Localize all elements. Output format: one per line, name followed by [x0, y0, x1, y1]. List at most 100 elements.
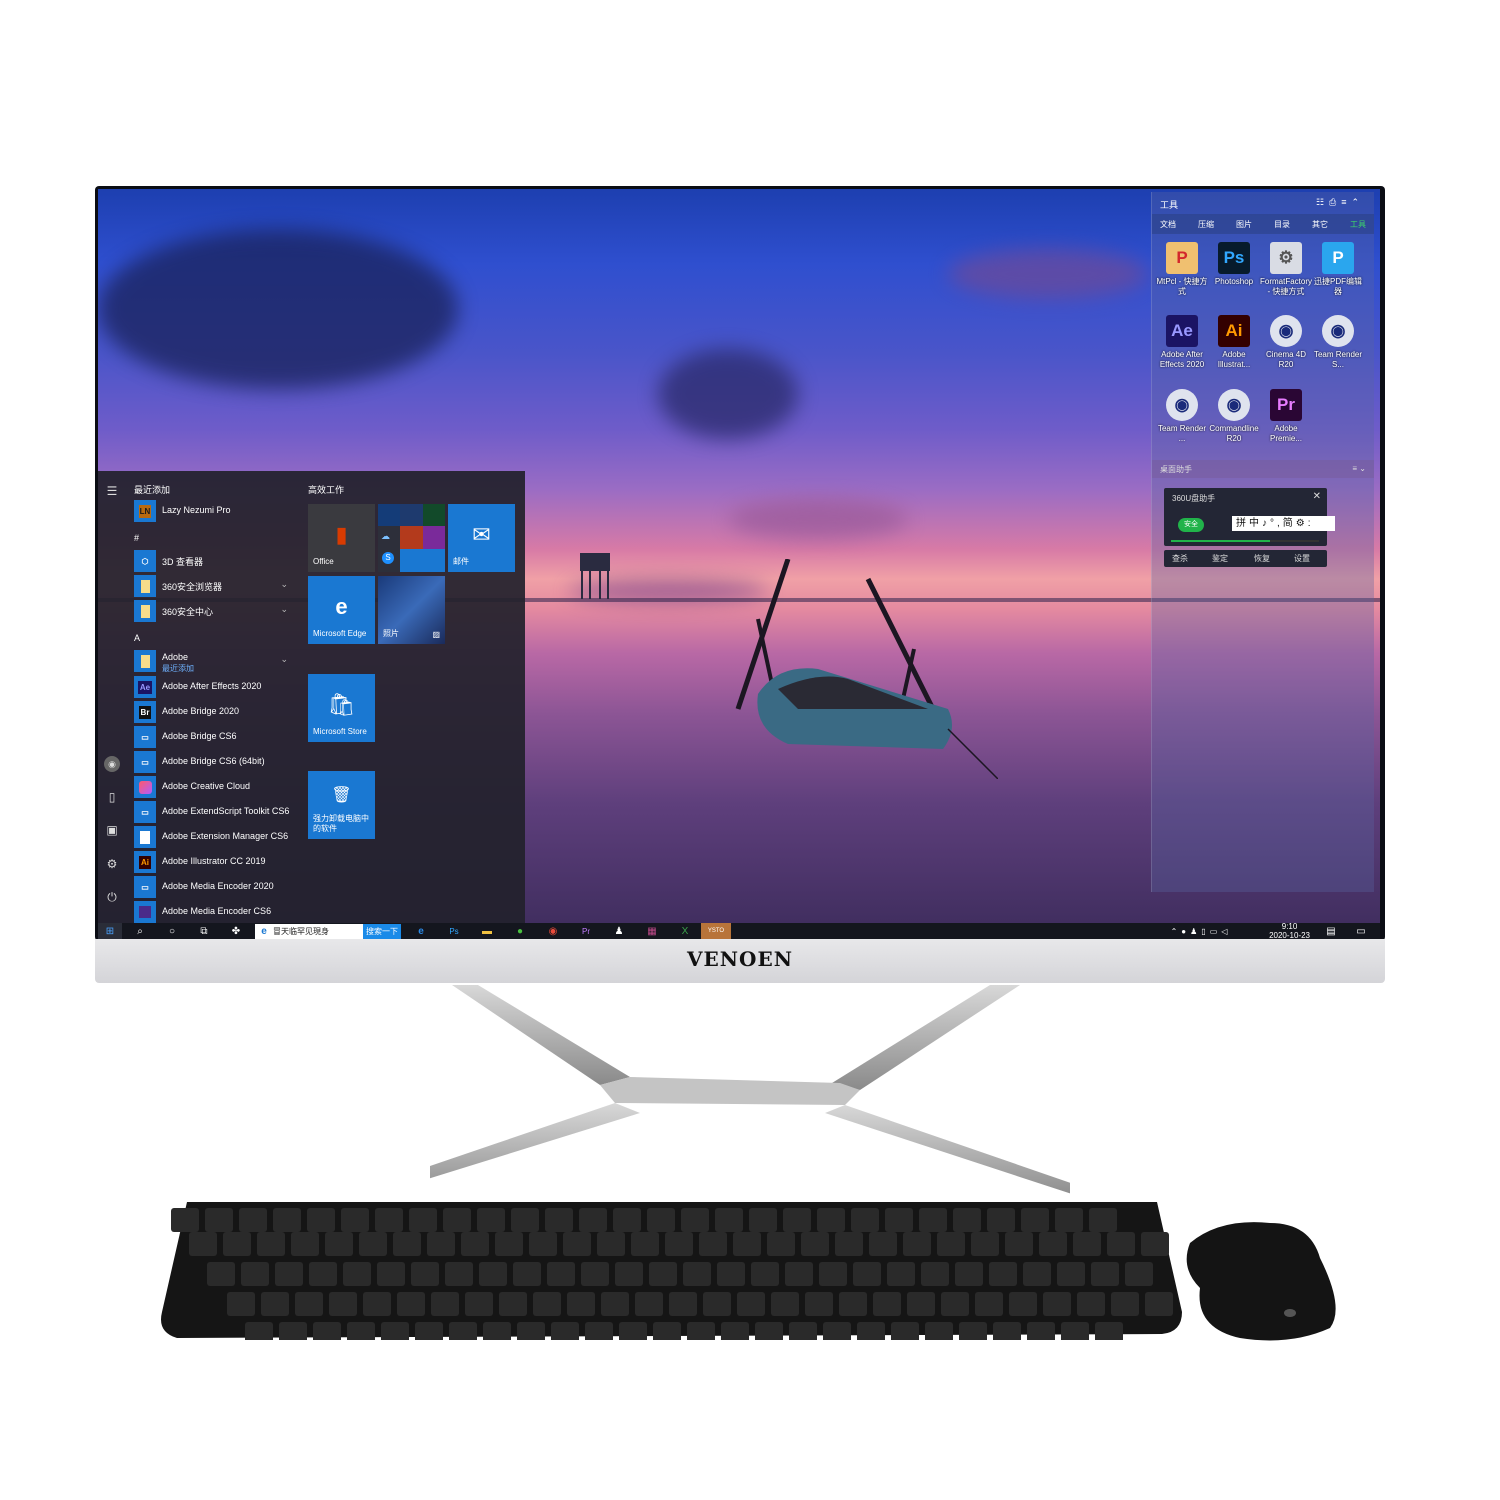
desktop-shortcut[interactable]: ◉ Team Render S...	[1312, 315, 1364, 370]
chevron-down-icon[interactable]: ⌄	[280, 579, 288, 590]
helper-menu-icon[interactable]: ≡ ⌄	[1352, 464, 1366, 473]
tile-microsoft-store[interactable]: 🛍 Microsoft Store	[308, 674, 375, 742]
tab-images[interactable]: 图片	[1236, 219, 1252, 230]
keyboard-key	[363, 1292, 391, 1316]
group-letter[interactable]: A	[134, 633, 140, 643]
notifications-icon[interactable]: ▭	[1353, 923, 1369, 939]
task-manager-icon[interactable]: ▤	[1323, 923, 1339, 939]
app-item-creative-cloud[interactable]: Adobe Creative Cloud	[134, 776, 300, 798]
app-item-lazy-nezumi[interactable]: LN Lazy Nezumi Pro	[134, 500, 300, 522]
system-tray[interactable]: ⌃●♟▯▭◁	[1166, 923, 1236, 939]
desktop-shortcut[interactable]: P 迅捷PDF编辑器	[1312, 242, 1364, 297]
app-item-media-encoder-cs6[interactable]: Adobe Media Encoder CS6	[134, 901, 300, 923]
keyboard-key	[975, 1292, 1003, 1316]
tile-microsoft-edge[interactable]: e Microsoft Edge	[308, 576, 375, 644]
clock[interactable]: 9:10 2020-10-23	[1269, 922, 1310, 939]
keyboard-key	[715, 1208, 743, 1232]
app-item-extension-manager[interactable]: Adobe Extension Manager CS6	[134, 826, 300, 848]
power-icon[interactable]: ⏻	[104, 889, 120, 905]
desktop-shortcut[interactable]: Ps Photoshop	[1208, 242, 1260, 287]
panel-controls[interactable]: ☷⎙≡⌃	[1316, 197, 1364, 208]
app-item-bridge-cs6-64[interactable]: ▭ Adobe Bridge CS6 (64bit)	[134, 751, 300, 773]
tile-folder-group[interactable]: ☁ S	[378, 504, 445, 572]
winrar-icon[interactable]: ▦	[642, 923, 662, 939]
file-explorer-icon[interactable]: ▬	[477, 923, 497, 939]
desktop-shortcut[interactable]: ◉ Cinema 4D R20	[1260, 315, 1312, 370]
ime-toolbar[interactable]: 拼中♪°,简⚙:	[1232, 516, 1335, 531]
tab-compress[interactable]: 压缩	[1198, 219, 1214, 230]
app-item-360-browser[interactable]: 360安全浏览器 ⌄	[134, 575, 300, 597]
app-item-adobe-folder[interactable]: Adobe 最近添加 ⌄	[134, 650, 300, 673]
keyboard-key	[1009, 1292, 1037, 1316]
keyboard-key	[873, 1292, 901, 1316]
app-item-bridge-cs6[interactable]: ▭ Adobe Bridge CS6	[134, 726, 300, 748]
group-letter[interactable]: #	[134, 533, 139, 543]
keyboard-key	[647, 1208, 675, 1232]
monitor: ☰ ◉ ▯ ▣ ⚙ ⏻ 最近添加 LN Lazy Nezumi Pro # ⬡	[95, 186, 1385, 990]
settings-button[interactable]: 设置	[1294, 553, 1310, 564]
desktop-shortcut[interactable]: ⚙ FormatFactory - 快捷方式	[1260, 242, 1312, 297]
search-button[interactable]: 搜索一下	[363, 924, 401, 939]
keyboard-key	[517, 1322, 545, 1340]
desktop-shortcut[interactable]: ◉ Team Render ...	[1156, 389, 1208, 444]
desktop-shortcut[interactable]: P MtPcl - 快捷方式	[1156, 242, 1208, 297]
tile-office[interactable]: ▮ Office	[308, 504, 375, 572]
identify-button[interactable]: 鉴定	[1212, 553, 1228, 564]
user-icon[interactable]: ◉	[104, 756, 120, 772]
keyboard-key	[449, 1322, 477, 1340]
app-item-extendscript[interactable]: ▭ Adobe ExtendScript Toolkit CS6	[134, 801, 300, 823]
cortana-icon[interactable]: ○	[162, 923, 182, 939]
monitor-stand	[430, 985, 1070, 1194]
desktop-shortcut[interactable]: Ae Adobe After Effects 2020	[1156, 315, 1208, 370]
premiere-taskbar-icon[interactable]: Pr	[576, 923, 596, 939]
qq-icon[interactable]: ♟	[609, 923, 629, 939]
keyboard-key	[919, 1208, 947, 1232]
settings-icon[interactable]: ⚙	[104, 856, 120, 872]
fan-app-icon[interactable]: ✤	[226, 923, 246, 939]
bridge-icon: Br	[134, 701, 156, 723]
app-item-illustrator[interactable]: Ai Adobe Illustrator CC 2019	[134, 851, 300, 873]
tab-tools[interactable]: 工具	[1350, 219, 1366, 230]
tile-mail[interactable]: ✉ 邮件	[448, 504, 515, 572]
keyboard-key	[987, 1208, 1015, 1232]
tile-photos[interactable]: 照片 ▨	[378, 576, 445, 644]
desktop-shortcut[interactable]: ◉ Commandline R20	[1208, 389, 1260, 444]
scan-button[interactable]: 查杀	[1172, 553, 1188, 564]
keyboard-key	[817, 1208, 845, 1232]
app-item-media-encoder-2020[interactable]: ▭ Adobe Media Encoder 2020	[134, 876, 300, 898]
ysto-app-icon[interactable]: YSTO	[701, 923, 731, 939]
uninstall-icon: 🗑	[331, 787, 352, 804]
keyboard-key	[381, 1322, 409, 1340]
browser-360-icon[interactable]: ●	[510, 923, 530, 939]
app-item-3d-viewer[interactable]: ⬡ 3D 查看器	[134, 550, 300, 572]
photoshop-taskbar-icon[interactable]: Ps	[444, 923, 464, 939]
tab-directory[interactable]: 目录	[1274, 219, 1290, 230]
documents-icon[interactable]: ▯	[104, 789, 120, 805]
tab-other[interactable]: 其它	[1312, 219, 1328, 230]
hamburger-menu-icon[interactable]: ☰	[104, 483, 120, 499]
app-icon: P	[1322, 242, 1354, 274]
chrome-icon[interactable]: ◉	[543, 923, 563, 939]
tile-uninstaller[interactable]: 🗑 强力卸载电脑中的软件	[308, 771, 375, 839]
keyboard-key	[751, 1262, 779, 1286]
tab-documents[interactable]: 文档	[1160, 219, 1176, 230]
close-icon[interactable]: ✕	[1313, 491, 1321, 502]
app-item-360-security[interactable]: 360安全中心 ⌄	[134, 600, 300, 622]
keyboard-key	[937, 1232, 965, 1256]
chevron-down-icon[interactable]: ⌄	[280, 654, 288, 665]
desktop-shortcut[interactable]: Pr Adobe Premie...	[1260, 389, 1312, 444]
restore-button[interactable]: 恢复	[1254, 553, 1270, 564]
app-item-bridge-2020[interactable]: Br Adobe Bridge 2020	[134, 701, 300, 723]
app-icon: ◉	[1166, 389, 1198, 421]
excel-icon[interactable]: X	[675, 923, 695, 939]
start-button[interactable]: ⊞	[98, 923, 122, 939]
keyboard-key	[615, 1262, 643, 1286]
task-view-icon[interactable]: ⧉	[194, 923, 214, 939]
app-item-after-effects[interactable]: Ae Adobe After Effects 2020	[134, 676, 300, 698]
desktop-shortcut[interactable]: Ai Adobe Illustrat...	[1208, 315, 1260, 370]
pictures-icon[interactable]: ▣	[104, 822, 120, 838]
chevron-down-icon[interactable]: ⌄	[280, 604, 288, 615]
search-input[interactable]: 冒天临罕见現身	[255, 924, 363, 939]
edge-taskbar-icon[interactable]: e	[411, 923, 431, 939]
search-icon[interactable]: ⌕	[130, 923, 150, 939]
